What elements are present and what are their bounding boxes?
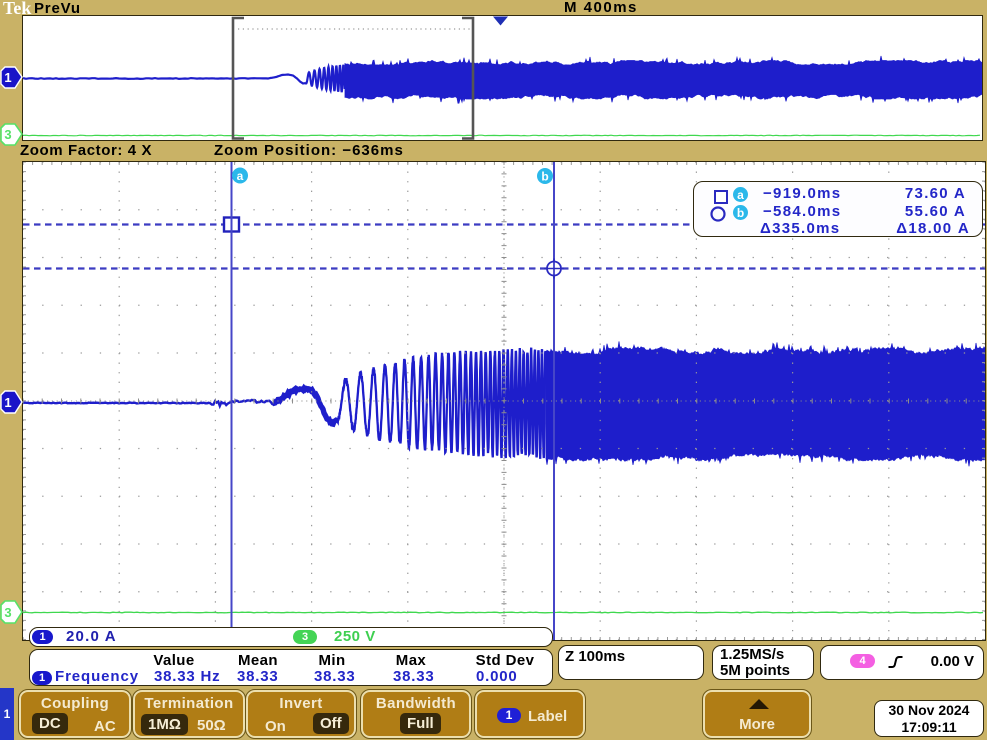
svg-text:b: b xyxy=(541,170,548,184)
svg-text:1: 1 xyxy=(4,395,11,410)
svg-text:a: a xyxy=(237,169,244,183)
svg-text:3: 3 xyxy=(4,127,11,142)
svg-text:a: a xyxy=(737,188,744,202)
svg-text:1: 1 xyxy=(4,70,11,85)
svg-text:3: 3 xyxy=(4,605,11,620)
svg-text:b: b xyxy=(737,206,744,220)
